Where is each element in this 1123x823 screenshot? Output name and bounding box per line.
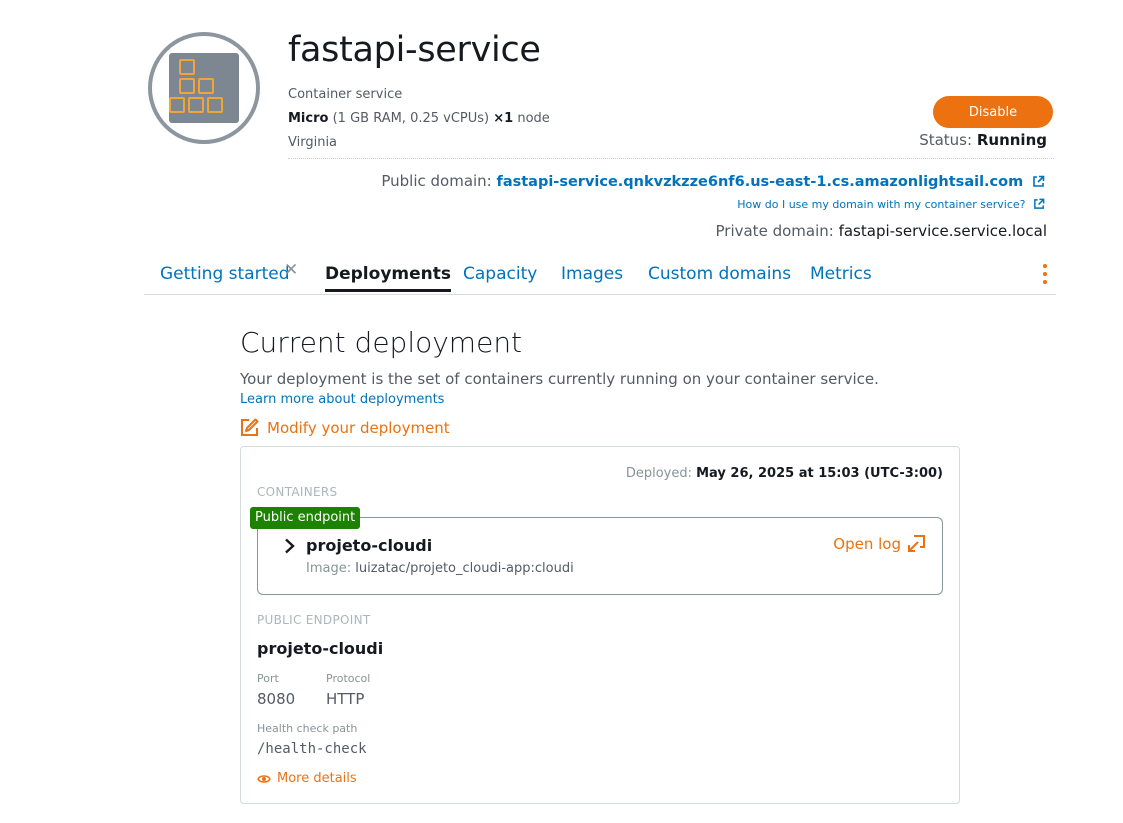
plan-scale: ×1 xyxy=(493,111,514,126)
status-value: Running xyxy=(976,131,1047,149)
tab-custom-domains[interactable]: Custom domains xyxy=(648,264,791,284)
service-title: fastapi-service xyxy=(288,30,541,70)
plan-specs: (1 GB RAM, 0.25 vCPUs) xyxy=(332,111,490,126)
more-actions-icon[interactable] xyxy=(1042,264,1048,284)
health-check-label: Health check path xyxy=(257,722,358,735)
service-plan: Micro (1 GB RAM, 0.25 vCPUs) ×1 node xyxy=(288,111,550,126)
section-heading: Current deployment xyxy=(240,326,523,359)
container-name: projeto-cloudi xyxy=(306,536,433,555)
health-check-value: /health-check xyxy=(257,741,367,757)
modify-deployment-link[interactable]: Modify your deployment xyxy=(240,418,450,437)
container-image: Image: luizatac/projeto_cloudi-app:cloud… xyxy=(306,561,574,576)
private-domain-value: fastapi-service.service.local xyxy=(838,222,1047,240)
public-endpoint-badge: Public endpoint xyxy=(250,507,361,529)
public-domain-label: Public domain: xyxy=(381,172,492,190)
tab-metrics[interactable]: Metrics xyxy=(810,264,872,284)
learn-more-link[interactable]: Learn more about deployments xyxy=(240,392,444,407)
public-domain-link[interactable]: fastapi-service.qnkvzkzze6nf6.us-east-1.… xyxy=(497,174,1024,190)
tab-deployments[interactable]: Deployments xyxy=(325,264,451,292)
more-details-link[interactable]: More details xyxy=(257,771,357,786)
public-domain: Public domain: fastapi-service.qnkvzkzze… xyxy=(381,172,1045,190)
header-divider xyxy=(288,158,1054,159)
port-value: 8080 xyxy=(257,690,296,708)
open-log-link[interactable]: Open log xyxy=(833,534,926,553)
port-label: Port xyxy=(257,672,279,685)
containers-heading: CONTAINERS xyxy=(257,485,338,499)
endpoint-name: projeto-cloudi xyxy=(257,639,384,658)
status-label: Status: xyxy=(919,131,973,149)
edit-icon xyxy=(241,418,259,436)
public-endpoint-heading: PUBLIC ENDPOINT xyxy=(257,613,371,627)
plan-unit: node xyxy=(517,111,550,126)
tab-bar: Getting started ✕ Deployments Capacity I… xyxy=(144,258,1056,295)
private-domain: Private domain: fastapi-service.service.… xyxy=(716,222,1048,240)
deployed-label: Deployed: xyxy=(625,466,692,481)
container-service-icon xyxy=(148,32,260,144)
chevron-right-icon[interactable] xyxy=(284,538,296,554)
domain-help-link[interactable]: How do I use my domain with my container… xyxy=(737,198,1045,211)
service-region: Virginia xyxy=(288,135,338,150)
disable-button[interactable]: Disable xyxy=(933,96,1053,128)
tab-images[interactable]: Images xyxy=(561,264,623,284)
protocol-value: HTTP xyxy=(326,690,365,708)
log-icon xyxy=(908,535,925,552)
image-label: Image: xyxy=(306,561,352,576)
tab-capacity[interactable]: Capacity xyxy=(463,264,537,284)
eye-icon xyxy=(257,774,271,783)
section-description: Your deployment is the set of containers… xyxy=(240,370,879,388)
service-type: Container service xyxy=(288,87,403,102)
service-status: Status: Running xyxy=(919,131,1047,149)
deployment-card: Deployed: May 26, 2025 at 15:03 (UTC-3:0… xyxy=(240,446,960,804)
tab-getting-started[interactable]: Getting started xyxy=(160,264,290,284)
deployed-timestamp: Deployed: May 26, 2025 at 15:03 (UTC-3:0… xyxy=(626,466,943,481)
external-link-icon[interactable] xyxy=(1032,175,1045,188)
external-link-icon xyxy=(1034,198,1045,209)
close-icon[interactable]: ✕ xyxy=(284,260,298,280)
protocol-label: Protocol xyxy=(326,672,371,685)
plan-name: Micro xyxy=(288,111,329,126)
private-domain-label: Private domain: xyxy=(715,222,834,240)
deployed-value: May 26, 2025 at 15:03 (UTC-3:00) xyxy=(696,466,943,481)
image-value: luizatac/projeto_cloudi-app:cloudi xyxy=(355,561,574,576)
container-item: projeto-cloudi Image: luizatac/projeto_c… xyxy=(257,517,943,595)
